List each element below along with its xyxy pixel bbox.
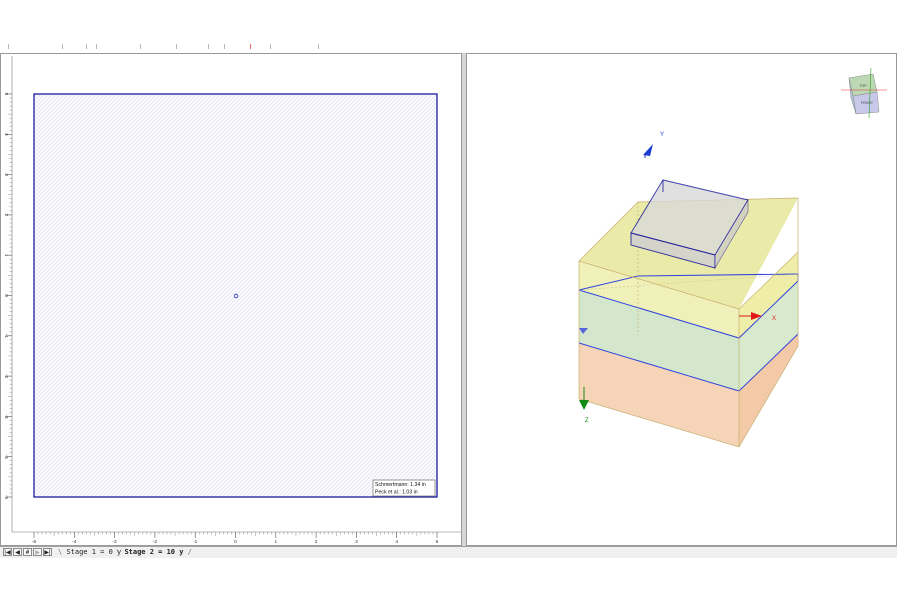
nav-cube-front-label: FRONT bbox=[861, 101, 874, 105]
stage-number-button[interactable]: # bbox=[23, 548, 32, 556]
y-tick-label: -2 bbox=[3, 374, 9, 379]
x-tick-label: -1 bbox=[193, 539, 198, 545]
horizontal-ruler: -5 -4 -3 -2 -1 0 1 2 3 4 5 bbox=[12, 531, 461, 545]
prev-stage-button[interactable]: ◀ bbox=[13, 548, 22, 556]
navigation-cube[interactable]: TOP FRONT bbox=[841, 67, 887, 119]
x-tick-label: 0 bbox=[234, 539, 237, 545]
x-tick-label: 1 bbox=[274, 539, 277, 545]
y-tick-label: -4 bbox=[3, 455, 9, 460]
vertical-ruler: 5 4 3 2 1 0 -1 -2 -3 -4 -5 bbox=[3, 56, 13, 532]
first-stage-button[interactable]: |◀ bbox=[3, 548, 12, 556]
x-tick-label: 5 bbox=[436, 539, 439, 545]
y-tick-label: -1 bbox=[3, 334, 9, 339]
axis-y: Y bbox=[643, 132, 664, 158]
axis-z-label: Z bbox=[585, 418, 589, 424]
settlement-results-box: Schmertmann: 1.34 in Peck et al.: 1.03 i… bbox=[372, 479, 436, 497]
last-stage-button[interactable]: ▶| bbox=[43, 548, 52, 556]
x-tick-label: -5 bbox=[32, 539, 37, 545]
y-tick-label: 2 bbox=[3, 214, 9, 217]
next-stage-button[interactable]: ▶ bbox=[33, 548, 42, 556]
axis-y-label: Y bbox=[660, 132, 664, 138]
x-tick-label: 4 bbox=[395, 539, 398, 545]
tab-stage-2[interactable]: \ Stage 2 = 10 y / bbox=[116, 547, 192, 557]
y-tick-label: 4 bbox=[3, 133, 9, 136]
plan-view-pane[interactable]: 5 4 3 2 1 0 -1 -2 -3 -4 -5 -5 -4 -3 -2 -1 0 1 2 3 4 5 Schmer… bbox=[0, 53, 462, 546]
toolbar-strip bbox=[0, 44, 897, 53]
stage-tab-bar: |◀ ◀ # ▶ ▶| \ Stage 1 = 0 y \ Stage 2 = … bbox=[0, 546, 897, 558]
tab-stage-2-label: Stage 2 = 10 y bbox=[124, 548, 184, 556]
y-tick-label: -5 bbox=[3, 495, 9, 500]
x-tick-label: 2 bbox=[315, 539, 318, 545]
y-tick-label: -3 bbox=[3, 414, 9, 419]
tab-stage-1[interactable]: \ Stage 1 = 0 y bbox=[58, 547, 121, 557]
x-tick-label: -2 bbox=[153, 539, 158, 545]
x-tick-label: -4 bbox=[72, 539, 77, 545]
x-tick-label: -3 bbox=[112, 539, 117, 545]
y-tick-label: 5 bbox=[3, 93, 9, 96]
3d-view-pane[interactable]: TOP FRONT Y X Z bbox=[466, 53, 897, 546]
tab-stage-1-label: Stage 1 = 0 y bbox=[66, 548, 122, 556]
result-schmertmann: Schmertmann: 1.34 in bbox=[375, 482, 426, 488]
y-tick-label: 1 bbox=[3, 254, 9, 257]
result-peck: Peck et al.: 1.03 in bbox=[375, 490, 418, 496]
axis-x-label: X bbox=[772, 316, 776, 322]
nav-cube-top-label: TOP bbox=[859, 84, 867, 88]
y-tick-label: 3 bbox=[3, 173, 9, 176]
x-tick-label: 3 bbox=[355, 539, 358, 545]
y-tick-label: 0 bbox=[3, 294, 9, 297]
footing-plan-area[interactable] bbox=[33, 93, 438, 498]
